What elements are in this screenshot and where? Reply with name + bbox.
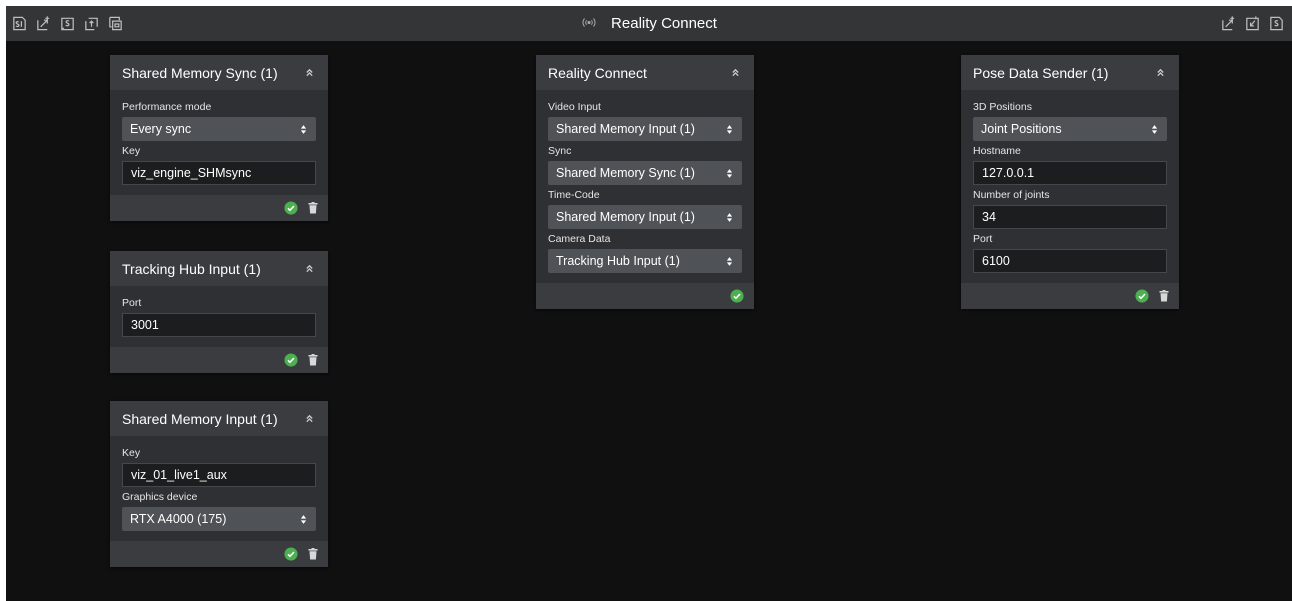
video-input-select[interactable]: Shared Memory Input (1) (548, 117, 742, 141)
select-value: Joint Positions (981, 122, 1062, 136)
field-label: Camera Data (548, 233, 611, 245)
check-circle-icon (284, 201, 298, 215)
field-label: Performance mode (122, 101, 212, 113)
sort-arrows-icon (300, 513, 308, 525)
key-input[interactable]: viz_engine_SHMsync (122, 161, 316, 185)
port-input[interactable]: 6100 (973, 249, 1167, 273)
panel-body: 3D Positions Joint Positions Hostname 12… (961, 90, 1179, 283)
select-value: RTX A4000 (175) (130, 512, 227, 526)
panel-header: Tracking Hub Input (1) (110, 251, 328, 286)
field-label: Port (122, 297, 142, 309)
field-label: 3D Positions (973, 101, 1032, 113)
check-circle-icon (284, 353, 298, 367)
time-code-select[interactable]: Shared Memory Input (1) (548, 205, 742, 229)
sort-arrows-icon (726, 167, 734, 179)
camera-data-select[interactable]: Tracking Hub Input (1) (548, 249, 742, 273)
panel-header: Pose Data Sender (1) (961, 55, 1179, 90)
trash-icon[interactable] (308, 548, 318, 560)
panel-body: Performance mode Every sync Key viz_engi… (110, 90, 328, 195)
panel-shared-memory-sync: Shared Memory Sync (1) Performance mode … (110, 55, 328, 221)
script-node-icon[interactable] (58, 14, 77, 33)
check-circle-icon (1135, 289, 1149, 303)
field-label: Sync (548, 145, 572, 157)
select-value: Shared Memory Sync (1) (556, 166, 695, 180)
panel-body: Key viz_01_live1_aux Graphics device RTX… (110, 436, 328, 541)
select-value: Shared Memory Input (1) (556, 210, 695, 224)
field-label: Port (973, 233, 993, 245)
panel-tracking-hub-input: Tracking Hub Input (1) Port 3001 (110, 251, 328, 373)
panel-header: Shared Memory Input (1) (110, 401, 328, 436)
add-node-icon[interactable] (1219, 14, 1238, 33)
tracking-script-icon[interactable] (10, 14, 29, 33)
number-of-joints-input[interactable]: 34 (973, 205, 1167, 229)
export-node-icon[interactable] (82, 14, 101, 33)
collapse-icon[interactable] (302, 412, 316, 426)
panel-reality-connect: Reality Connect Video Input Shared Memor… (536, 55, 754, 309)
panel-title: Tracking Hub Input (1) (122, 260, 261, 277)
hostname-input[interactable]: 127.0.0.1 (973, 161, 1167, 185)
panel-body: Port 3001 (110, 286, 328, 347)
panel-header: Shared Memory Sync (1) (110, 55, 328, 90)
collapse-icon[interactable] (1153, 66, 1167, 80)
performance-mode-select[interactable]: Every sync (122, 117, 316, 141)
app-window: Reality Connect Shared Memory Sync (1) P… (6, 6, 1292, 601)
select-value: Every sync (130, 122, 192, 136)
panel-header: Reality Connect (536, 55, 754, 90)
sort-arrows-icon (726, 123, 734, 135)
sort-arrows-icon (726, 211, 734, 223)
download-node-icon[interactable] (1243, 14, 1262, 33)
panel-title: Reality Connect (548, 64, 647, 81)
sort-arrows-icon (1151, 123, 1159, 135)
collapse-icon[interactable] (728, 66, 742, 80)
collapse-icon[interactable] (302, 262, 316, 276)
collapse-icon[interactable] (302, 66, 316, 80)
field-label: Graphics device (122, 491, 198, 503)
check-circle-icon (730, 289, 744, 303)
key-input[interactable]: viz_01_live1_aux (122, 463, 316, 487)
panel-footer (110, 541, 328, 567)
title-area: Reality Connect (6, 6, 1292, 41)
select-value: Shared Memory Input (1) (556, 122, 695, 136)
trash-icon[interactable] (308, 354, 318, 366)
field-label: Key (122, 447, 141, 459)
positions-select[interactable]: Joint Positions (973, 117, 1167, 141)
trash-icon[interactable] (1159, 290, 1169, 302)
panel-footer (961, 283, 1179, 309)
sort-arrows-icon (726, 255, 734, 267)
select-value: Tracking Hub Input (1) (556, 254, 680, 268)
toolbar-left (10, 6, 125, 41)
trash-icon[interactable] (308, 202, 318, 214)
check-circle-icon (284, 547, 298, 561)
panel-body: Video Input Shared Memory Input (1) Sync… (536, 90, 754, 283)
panel-pose-data-sender: Pose Data Sender (1) 3D Positions Joint … (961, 55, 1179, 309)
top-bar: Reality Connect (6, 6, 1292, 41)
field-label: Video Input (548, 101, 601, 113)
panel-shared-memory-input: Shared Memory Input (1) Key viz_01_live1… (110, 401, 328, 567)
add-node-icon[interactable] (34, 14, 53, 33)
field-label: Time-Code (548, 189, 600, 201)
sync-select[interactable]: Shared Memory Sync (1) (548, 161, 742, 185)
panel-footer (110, 347, 328, 373)
field-label: Key (122, 145, 141, 157)
panel-title: Shared Memory Sync (1) (122, 64, 278, 81)
panel-title: Shared Memory Input (1) (122, 410, 278, 427)
panel-footer (536, 283, 754, 309)
field-label: Hostname (973, 145, 1021, 157)
port-input[interactable]: 3001 (122, 313, 316, 337)
graphics-device-select[interactable]: RTX A4000 (175) (122, 507, 316, 531)
field-label: Number of joints (973, 189, 1050, 201)
script-node-icon[interactable] (1267, 14, 1286, 33)
signal-icon (581, 15, 597, 33)
panel-title: Pose Data Sender (1) (973, 64, 1109, 81)
sort-arrows-icon (300, 123, 308, 135)
toolbar-right (1219, 6, 1286, 41)
panel-footer (110, 195, 328, 221)
app-title: Reality Connect (611, 15, 717, 32)
copy-node-icon[interactable] (106, 14, 125, 33)
